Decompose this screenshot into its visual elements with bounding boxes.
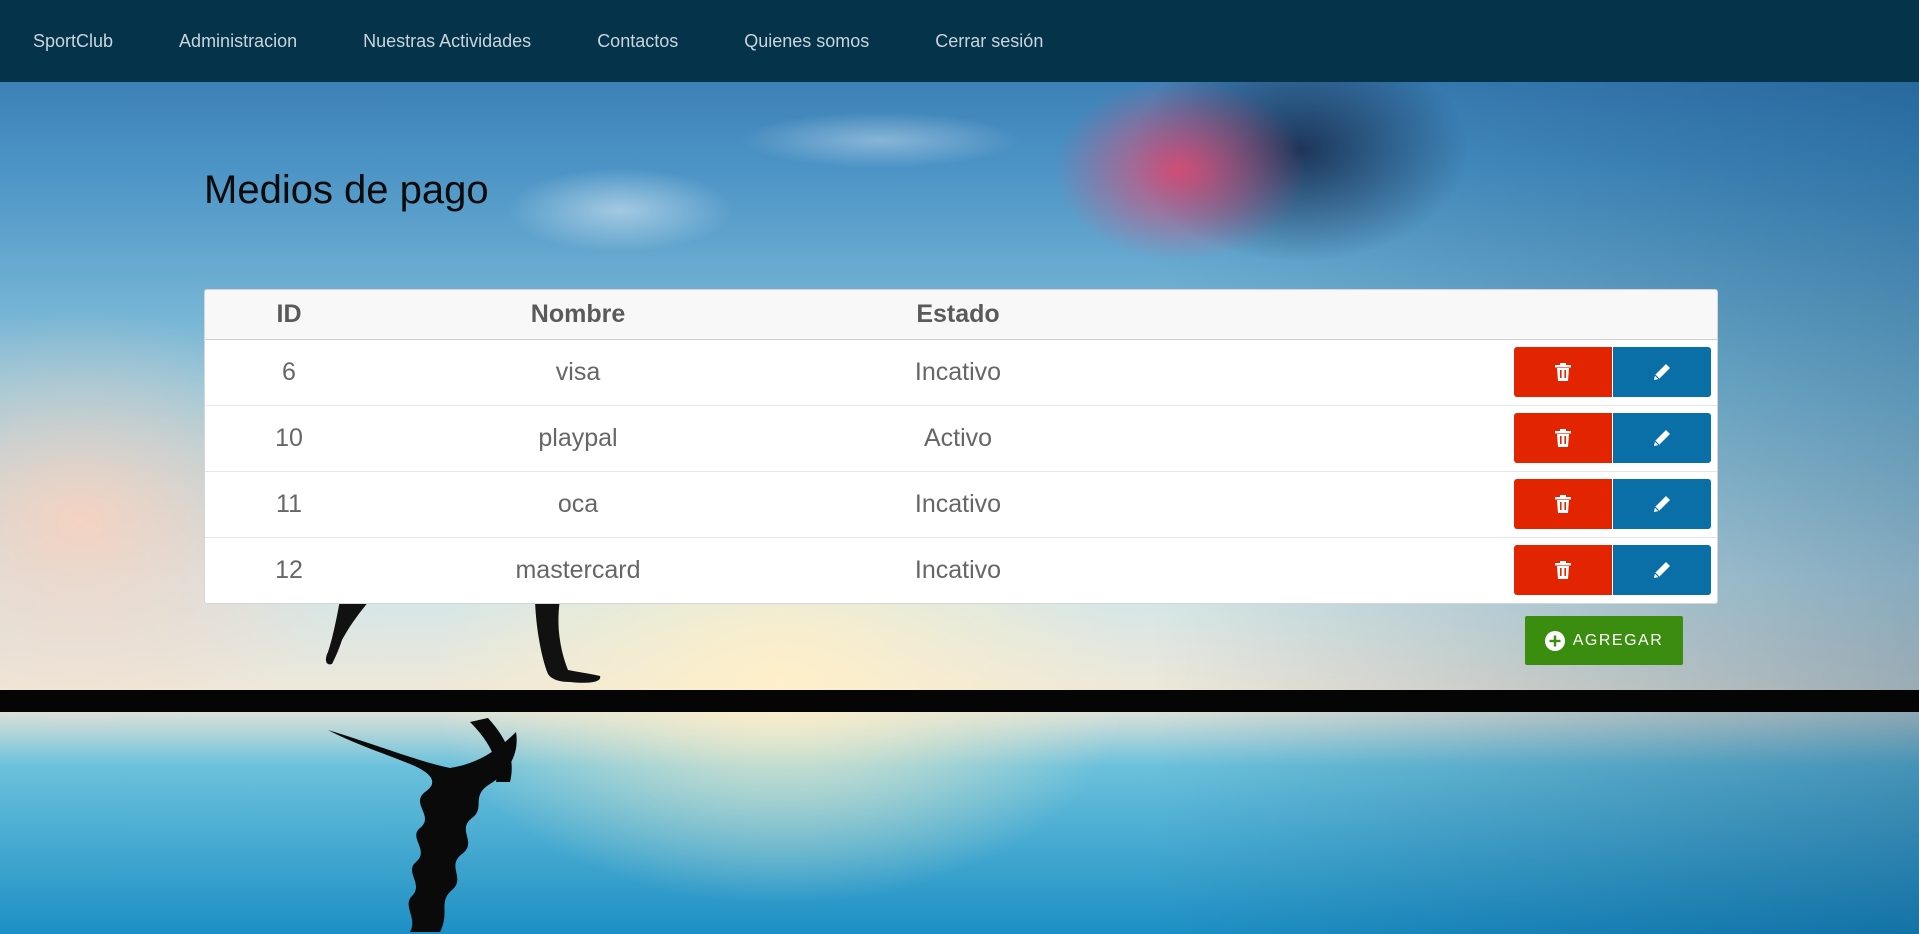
cell-nombre: visa — [555, 357, 601, 386]
cell-nombre: oca — [557, 489, 599, 518]
row-action-group — [1514, 347, 1711, 397]
cell-actions — [1133, 405, 1717, 471]
add-button-label: AGREGAR — [1572, 631, 1664, 649]
pencil-icon — [1654, 364, 1670, 380]
nav-item-cerrar-sesion[interactable]: Cerrar sesión — [902, 31, 1076, 52]
horizon-line — [0, 690, 1919, 712]
edit-button[interactable] — [1613, 479, 1711, 529]
nav-item-administracion[interactable]: Administracion — [146, 31, 330, 52]
cell-nombre: playpal — [538, 423, 618, 452]
row-action-group — [1514, 479, 1711, 529]
table-row: 12 mastercard Incativo — [205, 537, 1717, 603]
delete-button[interactable] — [1514, 413, 1612, 463]
cell-id: 6 — [282, 357, 296, 386]
runner-silhouette — [325, 600, 601, 683]
plus-circle-icon — [1544, 630, 1565, 651]
cell-estado: Incativo — [914, 489, 1002, 518]
pencil-icon — [1654, 430, 1670, 446]
trash-icon — [1555, 429, 1571, 447]
cell-estado: Activo — [923, 423, 993, 452]
nav-item-actividades[interactable]: Nuestras Actividades — [330, 31, 564, 52]
table-header-row: ID Nombre Estado — [205, 290, 1717, 339]
cell-actions — [1133, 471, 1717, 537]
nav-brand-sportclub[interactable]: SportClub — [0, 31, 146, 52]
runner-reflection — [328, 718, 517, 932]
nav-item-contactos[interactable]: Contactos — [564, 31, 711, 52]
trash-icon — [1555, 495, 1571, 513]
payment-methods-table: ID Nombre Estado 6 visa Incativo 10 play… — [204, 289, 1718, 604]
table-row: 11 oca Incativo — [205, 471, 1717, 537]
trash-icon — [1555, 561, 1571, 580]
header-nombre: Nombre — [530, 299, 626, 328]
edit-button[interactable] — [1613, 347, 1711, 397]
top-navbar: SportClub Administracion Nuestras Activi… — [0, 0, 1919, 82]
delete-button[interactable] — [1514, 347, 1612, 397]
cell-id: 12 — [275, 555, 303, 584]
delete-button[interactable] — [1514, 479, 1612, 529]
cell-estado: Incativo — [914, 357, 1002, 386]
header-id: ID — [276, 299, 302, 328]
nav-item-quienes-somos[interactable]: Quienes somos — [711, 31, 902, 52]
header-actions — [1133, 290, 1717, 339]
cell-nombre: mastercard — [515, 555, 641, 584]
edit-button[interactable] — [1613, 413, 1711, 463]
pencil-icon — [1654, 496, 1670, 512]
pencil-icon — [1654, 562, 1670, 579]
page-title: Medios de pago — [204, 168, 489, 212]
row-action-group — [1514, 545, 1711, 596]
cell-id: 11 — [276, 489, 302, 518]
edit-button[interactable] — [1613, 545, 1711, 596]
cell-actions — [1133, 537, 1717, 603]
trash-icon — [1555, 363, 1571, 381]
header-estado: Estado — [916, 299, 1000, 328]
cell-actions — [1133, 339, 1717, 405]
table-row: 6 visa Incativo — [205, 339, 1717, 405]
row-action-group — [1514, 413, 1711, 463]
cell-id: 10 — [275, 423, 303, 452]
delete-button[interactable] — [1514, 545, 1612, 596]
add-button[interactable]: AGREGAR — [1525, 616, 1683, 665]
table-row: 10 playpal Activo — [205, 405, 1717, 471]
cell-estado: Incativo — [914, 555, 1002, 584]
